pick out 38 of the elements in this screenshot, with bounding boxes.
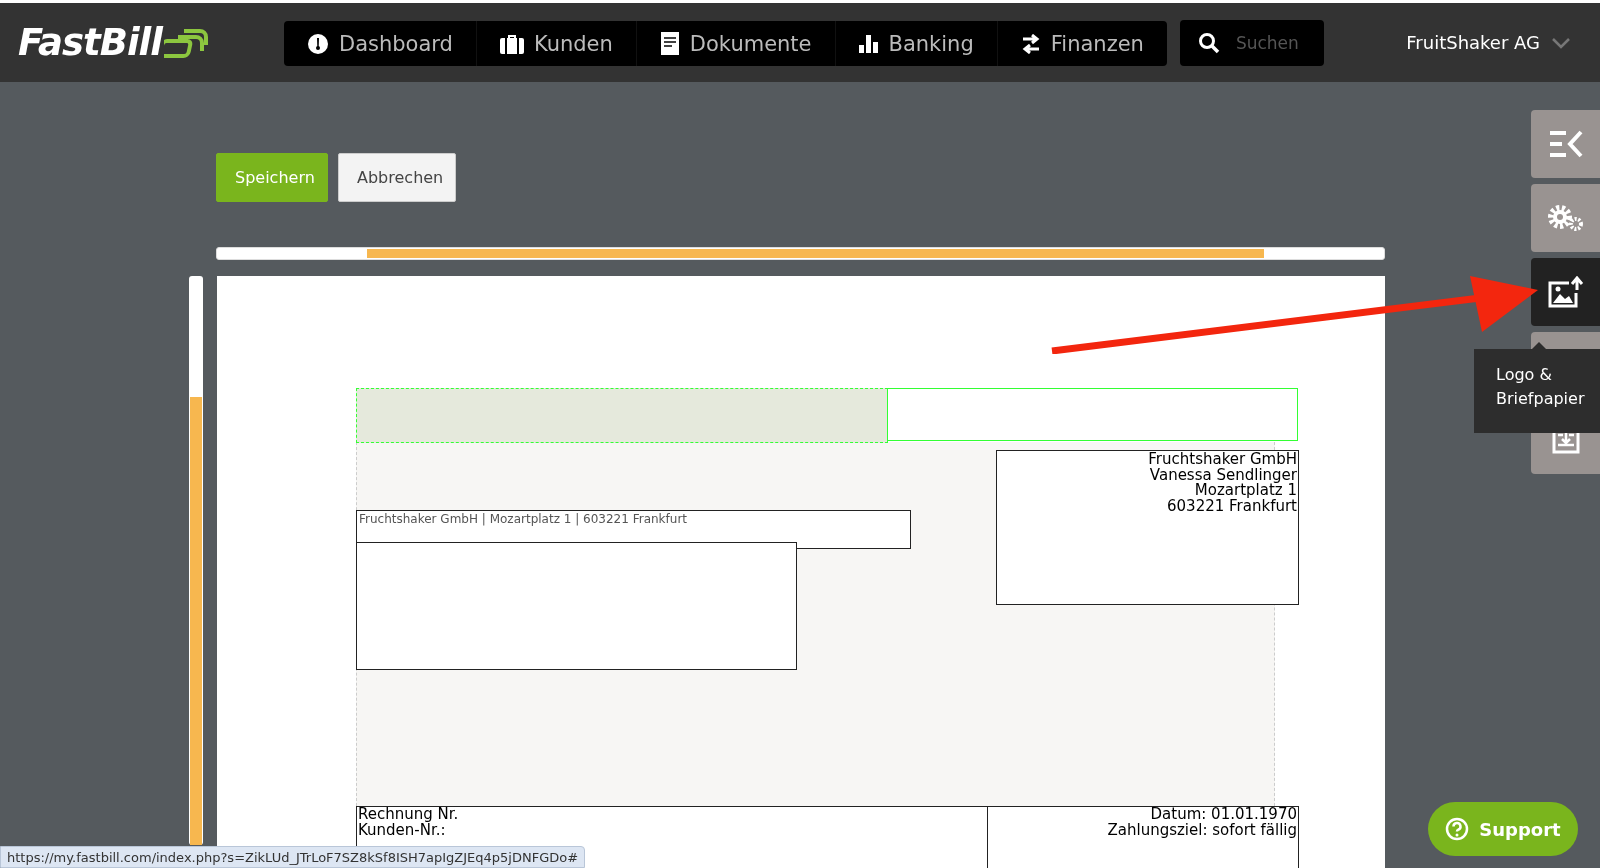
nav-tab[interactable]: Dokumente (636, 21, 836, 66)
vertical-ruler[interactable] (189, 276, 203, 845)
collapse-panel-icon (1547, 130, 1584, 158)
bar-chart-icon (858, 34, 879, 53)
document-icon (659, 32, 680, 55)
help-icon (1445, 817, 1470, 841)
search-field[interactable]: Suchen (1179, 19, 1324, 66)
info-label: Zahlungsziel: sofort fällig (1107, 822, 1297, 838)
cancel-button[interactable]: Abbrechen (338, 153, 456, 202)
gauge-icon (307, 32, 329, 55)
nav-tab[interactable]: Finanzen (997, 21, 1167, 66)
search-icon (1197, 31, 1220, 54)
account-menu[interactable]: FruitShaker AG (1400, 31, 1576, 54)
logo-mark-icon (163, 26, 210, 59)
tooltip-text: Logo & Briefpapier (1496, 365, 1585, 408)
info-label: Rechnung Nr. (358, 807, 460, 823)
horizontal-ruler[interactable] (216, 247, 1385, 260)
briefcase-icon (499, 33, 524, 54)
search-input[interactable]: Suchen (1233, 31, 1318, 54)
status-bar-url: https://my.fastbill.com/index.php?s=ZikLUd_JTrLoF7SZ8kSf8ISH7apIgZJEq4p5jDNFGDo# (0, 846, 586, 868)
transfer-arrows-icon (1020, 33, 1041, 54)
info-label: Kunden-Nr.: (358, 822, 447, 838)
nav-tab[interactable]: Dashboard (284, 21, 477, 66)
chevron-down-icon (1552, 36, 1570, 49)
info-label: Datum: 01.01.1970 (1150, 807, 1297, 823)
logo-text: FastBill (18, 21, 162, 64)
nav-tab[interactable]: Banking (835, 21, 998, 66)
nav-tab[interactable]: Kunden (476, 21, 637, 66)
logo-field[interactable] (887, 388, 1298, 441)
address-line: Mozartplatz 1 (1194, 483, 1297, 499)
address-line: 603221 Frankfurt (1166, 498, 1297, 514)
recipient-address-field[interactable] (356, 542, 797, 670)
image-upload-icon (1546, 276, 1585, 308)
sidebar-tool-button[interactable] (1531, 258, 1600, 326)
gears-icon (1546, 204, 1585, 232)
company-address[interactable]: Fruchtshaker GmbH Vanessa Sendlinger Mozartplatz 1 603221 Frankfurt (996, 450, 1299, 605)
address-line: Fruchtshaker GmbH (1147, 452, 1297, 468)
address-line: Vanessa Sendlinger (1148, 467, 1297, 483)
